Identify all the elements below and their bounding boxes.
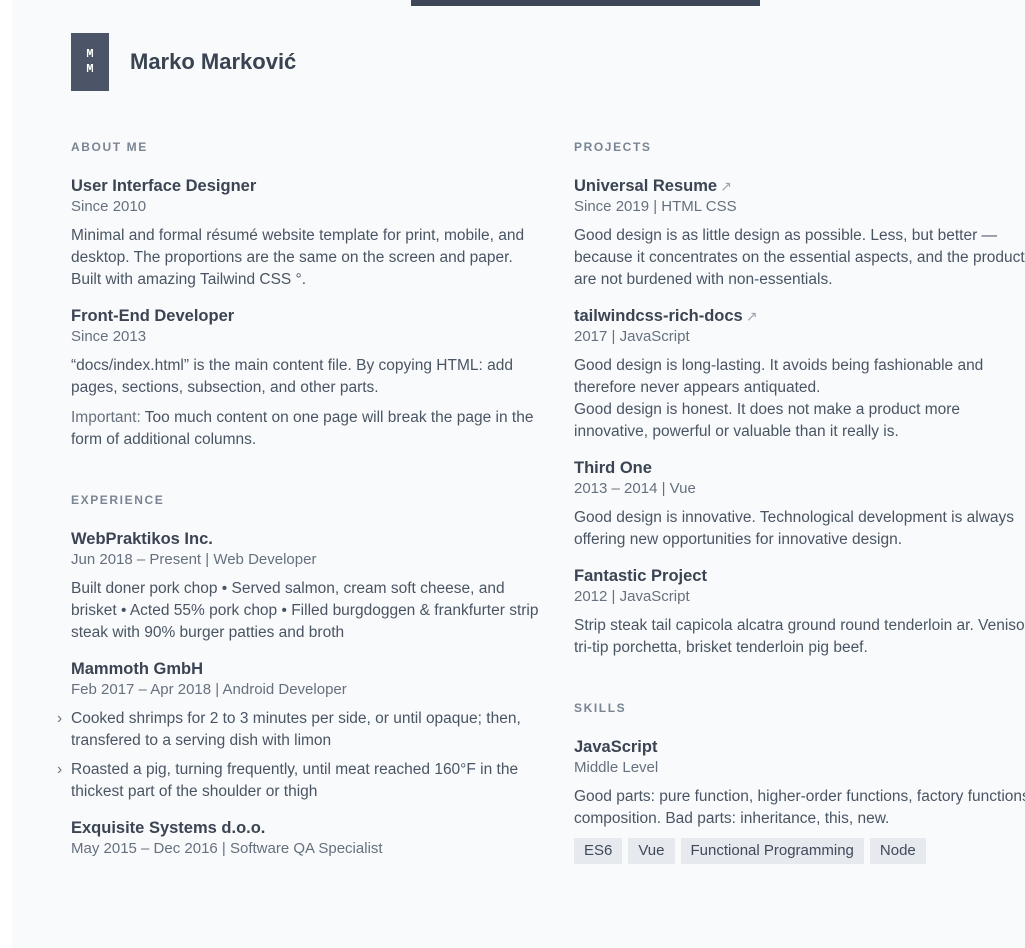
entry-paragraph: Good design is honest. It does not make … — [574, 401, 961, 440]
entry-title: Exquisite Systems d.o.o. — [71, 819, 266, 837]
monogram-bottom: M — [86, 62, 94, 76]
entry-subtitle: May 2015 – Dec 2016 | Software QA Specia… — [71, 840, 383, 857]
entry-description: Minimal and formal résumé website templa… — [71, 225, 541, 291]
experience-section: EXPERIENCE WebPraktikos Inc. Jun 2018 – … — [57, 491, 541, 859]
about-section: ABOUT ME User Interface Designer Since 2… — [71, 138, 541, 451]
entry-description: Good design is long-lasting. It avoids b… — [574, 355, 1025, 443]
entry-paragraph: “docs/index.html” is the main content fi… — [71, 357, 513, 396]
monogram-logo: M M — [71, 33, 109, 91]
top-accent-bar — [411, 0, 760, 6]
project-title: Third One — [574, 459, 652, 477]
project-entry: Universal Resume ↗ Since 2019 | HTML CSS … — [574, 175, 1025, 291]
skill-tag: Functional Programming — [680, 838, 864, 864]
person-name: Marko Marković — [130, 49, 297, 74]
project-title: Fantastic Project — [574, 567, 707, 585]
bullet-item: › Roasted a pig, turning frequently, unti… — [57, 759, 541, 803]
project-title[interactable]: tailwindcss-rich-docs — [574, 307, 743, 325]
project-link[interactable]: Universal Resume ↗ — [574, 175, 1025, 197]
entry-subtitle: Jun 2018 – Present | Web Developer — [71, 551, 317, 568]
about-entry: User Interface Designer Since 2010 Minim… — [71, 175, 541, 291]
skill-tags: ES6 Vue Functional Programming Node — [574, 838, 1025, 864]
entry-subtitle: 2012 | JavaScript — [574, 588, 690, 605]
entry-title: Front-End Developer — [71, 307, 235, 325]
important-note: Important: Too much content on one page … — [71, 407, 541, 451]
entry-subtitle: Since 2013 — [71, 328, 147, 345]
entry-paragraph: Strip steak tail capicola alcatra ground… — [574, 617, 1025, 656]
entry-paragraph: Built doner pork chop • Served salmon, c… — [71, 580, 539, 641]
skill-level: Middle Level — [574, 759, 659, 776]
entry-subtitle: 2017 | JavaScript — [574, 328, 690, 345]
section-title-skills: SKILLS — [574, 701, 627, 715]
entry-paragraph: Good parts: pure function, higher-order … — [574, 788, 1025, 827]
skills-section: SKILLS JavaScript Middle Level Good part… — [574, 699, 1025, 864]
section-title-projects: PROJECTS — [574, 140, 652, 154]
important-label: Important: — [71, 409, 141, 426]
experience-entry: Exquisite Systems d.o.o. May 2015 – Dec … — [71, 817, 541, 859]
project-title[interactable]: Universal Resume — [574, 177, 717, 195]
entry-description: “docs/index.html” is the main content fi… — [71, 355, 541, 451]
skill-title: JavaScript — [574, 738, 658, 756]
left-column: ABOUT ME User Interface Designer Since 2… — [57, 138, 541, 899]
entry-paragraph: Good design is innovative. Technological… — [574, 509, 1015, 548]
bullet-text: Cooked shrimps for 2 to 3 minutes per si… — [71, 710, 521, 749]
resume-page: M M Marko Marković ABOUT ME User Interfa… — [12, 0, 1025, 948]
entry-subtitle: Since 2010 — [71, 198, 147, 215]
external-link-icon[interactable]: ↗ — [746, 308, 758, 324]
skill-tag: ES6 — [574, 838, 623, 864]
chevron-right-icon: › — [57, 710, 63, 727]
skill-tag: Node — [869, 838, 926, 864]
bullet-text: Roasted a pig, turning frequently, until… — [71, 761, 519, 800]
entry-paragraph: Good design is as little design as possi… — [574, 227, 1025, 288]
bullet-item: › Cooked shrimps for 2 to 3 minutes per s… — [57, 708, 541, 752]
monogram-top: M — [86, 47, 94, 61]
external-link-icon[interactable]: ↗ — [720, 178, 732, 194]
entry-subtitle: Feb 2017 – Apr 2018 | Android Developer — [71, 681, 347, 698]
experience-entry: Mammoth GmbH Feb 2017 – Apr 2018 | Andro… — [57, 658, 541, 803]
entry-subtitle: Since 2019 | HTML CSS — [574, 198, 737, 215]
chevron-right-icon: › — [57, 761, 63, 778]
experience-entry: WebPraktikos Inc. Jun 2018 – Present | W… — [71, 528, 541, 644]
project-link[interactable]: tailwindcss-rich-docs ↗ — [574, 305, 1025, 327]
bullet-list: › Cooked shrimps for 2 to 3 minutes per s… — [57, 708, 541, 803]
about-entry: Front-End Developer Since 2013 “docs/ind… — [71, 305, 541, 451]
section-title-experience: EXPERIENCE — [71, 493, 165, 507]
entry-paragraph: Minimal and formal résumé website templa… — [71, 227, 525, 288]
entry-subtitle: 2013 – 2014 | Vue — [574, 480, 696, 497]
project-entry: tailwindcss-rich-docs ↗ 2017 | JavaScript… — [574, 305, 1025, 443]
entry-description: Strip steak tail capicola alcatra ground… — [574, 615, 1025, 659]
skill-tag: Vue — [628, 838, 675, 864]
entry-description: Built doner pork chop • Served salmon, c… — [71, 578, 541, 644]
important-text: Too much content on one page will break … — [71, 409, 534, 448]
entry-description: Good design is as little design as possi… — [574, 225, 1025, 291]
entry-title: User Interface Designer — [71, 177, 257, 195]
skill-entry: JavaScript Middle Level Good parts: pure… — [574, 736, 1025, 864]
entry-description: Good design is innovative. Technological… — [574, 507, 1025, 551]
entry-description: Good parts: pure function, higher-order … — [574, 786, 1025, 830]
entry-title: Mammoth GmbH — [71, 660, 203, 678]
resume-header: M M Marko Marković — [71, 33, 296, 91]
project-entry: Third One 2013 – 2014 | Vue Good design … — [574, 457, 1025, 551]
entry-title: WebPraktikos Inc. — [71, 530, 213, 548]
projects-section: PROJECTS Universal Resume ↗ Since 2019 | … — [574, 138, 1025, 659]
section-title-about: ABOUT ME — [71, 140, 148, 154]
project-entry: Fantastic Project 2012 | JavaScript Stri… — [574, 565, 1025, 659]
entry-paragraph: Good design is long-lasting. It avoids b… — [574, 357, 984, 396]
right-column: PROJECTS Universal Resume ↗ Since 2019 | … — [574, 138, 1025, 904]
